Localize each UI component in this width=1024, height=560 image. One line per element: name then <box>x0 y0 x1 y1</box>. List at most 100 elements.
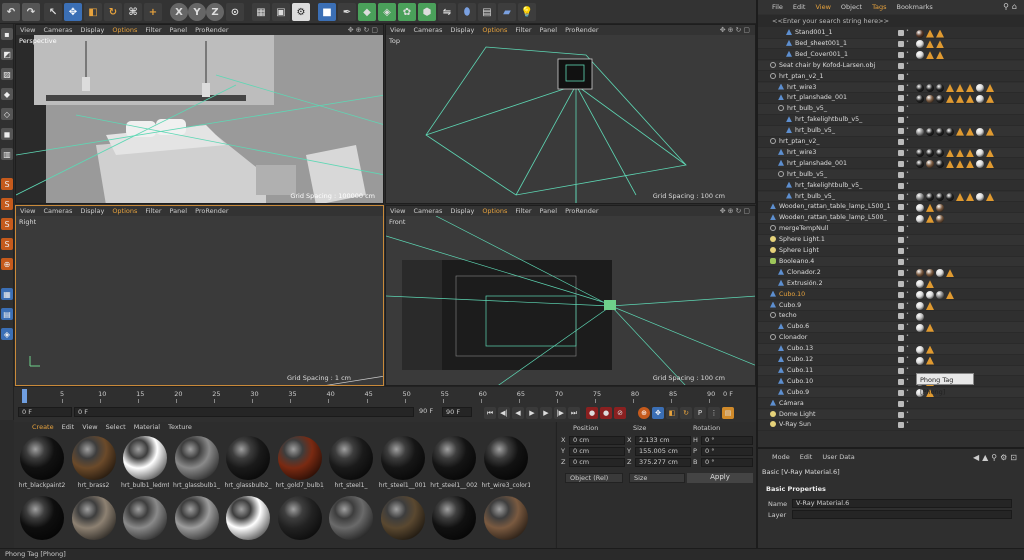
menu-mode[interactable]: Mode <box>772 453 790 463</box>
menu-cameras[interactable]: Cameras <box>413 26 442 34</box>
object-row[interactable]: Clonador.2 • <box>758 267 1024 279</box>
menu-panel[interactable]: Panel <box>170 207 188 215</box>
material-tag-icon[interactable] <box>926 149 934 158</box>
uvw-tag-icon[interactable] <box>946 149 954 158</box>
material-tag-icon[interactable] <box>936 203 944 212</box>
object-row[interactable]: hrt_wire3 • <box>758 82 1024 94</box>
visibility-dots-icon[interactable]: • <box>906 345 909 350</box>
menu-display[interactable]: Display <box>450 207 474 215</box>
menu-filter[interactable]: Filter <box>515 207 531 215</box>
uvw-tag-icon[interactable] <box>986 127 994 136</box>
layer-checkbox[interactable] <box>898 215 904 222</box>
menu-display[interactable]: Display <box>80 207 104 215</box>
uvw-tag-icon[interactable] <box>926 302 934 310</box>
uvw-tag-icon[interactable] <box>946 160 954 169</box>
z-axis-lock-icon[interactable]: Z <box>206 3 224 21</box>
visibility-dots-icon[interactable]: • <box>906 181 909 186</box>
material-tag-icon[interactable] <box>916 51 924 60</box>
layer-checkbox[interactable] <box>898 51 904 58</box>
layer-checkbox[interactable] <box>898 258 904 265</box>
search-input[interactable]: <<Enter your search string here>> <box>758 15 1024 27</box>
uvw-tag-icon[interactable] <box>966 160 974 169</box>
visibility-dots-icon[interactable]: • <box>906 83 909 88</box>
uvw-tag-icon[interactable] <box>926 323 934 332</box>
uvw-tag-icon[interactable] <box>966 149 974 158</box>
material-swatch[interactable]: hrt_gold7_bulb1_ <box>276 436 324 496</box>
material-tag-icon[interactable] <box>926 269 934 278</box>
viewport-front[interactable]: View Cameras Display Options Filter Pane… <box>385 205 756 386</box>
object-row[interactable]: Dome Light • <box>758 409 1024 421</box>
material-tag-icon[interactable] <box>976 149 984 158</box>
object-row[interactable]: Wooden_rattan_table_lamp_L500_1 • <box>758 202 1024 213</box>
menu-prorender[interactable]: ProRender <box>565 26 598 34</box>
layer-checkbox[interactable] <box>898 411 904 418</box>
menu-view[interactable]: View <box>20 26 35 34</box>
material-tag-icon[interactable] <box>916 40 924 49</box>
rotation-field[interactable]: 0 ° <box>701 436 753 445</box>
object-row[interactable]: hrt_bulb_v5_ • <box>758 104 1024 115</box>
material-tag-icon[interactable] <box>926 160 934 169</box>
autokey-icon[interactable]: ● <box>600 407 612 419</box>
menu-filter[interactable]: Filter <box>145 26 161 34</box>
object-row[interactable]: hrt_planshade_001 • <box>758 93 1024 104</box>
material-swatch[interactable]: hrt_wire3_color1 <box>482 436 530 496</box>
material-swatch[interactable]: hrt_glassbulb2_ <box>224 436 272 496</box>
visibility-dots-icon[interactable]: • <box>906 247 909 252</box>
visibility-dots-icon[interactable]: • <box>906 50 909 55</box>
object-row[interactable]: Cubo.10 • <box>758 289 1024 301</box>
material-tag-icon[interactable] <box>926 84 934 92</box>
menu-prorender[interactable]: ProRender <box>195 207 228 215</box>
menu-display[interactable]: Display <box>80 26 104 34</box>
visibility-dots-icon[interactable]: • <box>906 257 909 262</box>
object-row[interactable]: Sphere Light • <box>758 246 1024 257</box>
object-row[interactable]: hrt_ptan_v2_1 • <box>758 71 1024 83</box>
uvw-tag-icon[interactable] <box>936 40 944 49</box>
uvw-tag-icon[interactable] <box>966 127 974 136</box>
material-tag-icon[interactable] <box>916 160 924 169</box>
sculpt-icon[interactable]: ⊕ <box>1 258 13 270</box>
visibility-dots-icon[interactable]: • <box>906 148 909 153</box>
object-row[interactable]: hrt_wire3 • <box>758 147 1024 159</box>
visibility-dots-icon[interactable]: • <box>906 192 909 197</box>
visibility-dots-icon[interactable]: • <box>906 127 909 132</box>
transform-tool-icon[interactable]: ⌘ <box>124 3 142 21</box>
uvw-tag-icon[interactable] <box>946 84 954 92</box>
object-row[interactable]: Cubo.9 • <box>758 300 1024 312</box>
layer-checkbox[interactable] <box>898 117 904 124</box>
menu-options[interactable]: Options <box>112 207 137 215</box>
layer-checkbox[interactable] <box>898 62 904 69</box>
material-tag-icon[interactable] <box>936 84 944 92</box>
material-swatch[interactable] <box>18 496 66 556</box>
uvw-tag-icon[interactable] <box>986 84 994 92</box>
menu-prorender[interactable]: ProRender <box>565 207 598 215</box>
add-tool-icon[interactable]: + <box>144 3 162 21</box>
coordinate-mode-select[interactable]: Object (Rel) <box>565 473 623 483</box>
uvw-tag-icon[interactable] <box>966 193 974 201</box>
viewport-top[interactable]: View Cameras Display Options Filter Pane… <box>385 24 756 204</box>
material-tag-icon[interactable] <box>916 203 924 212</box>
material-swatch[interactable]: hrt_steel1_ <box>327 436 375 496</box>
deformer-icon[interactable]: ⇋ <box>438 3 456 21</box>
undo-icon[interactable]: ↶ <box>2 3 20 21</box>
current-frame-field[interactable]: 0 F <box>74 407 414 417</box>
menu-options[interactable]: Options <box>482 207 507 215</box>
layer-field[interactable] <box>792 510 1012 519</box>
object-row[interactable]: hrt_bulb_v5_ • <box>758 191 1024 203</box>
visibility-dots-icon[interactable]: • <box>906 203 909 208</box>
uvw-tag-icon[interactable] <box>986 160 994 169</box>
layer-checkbox[interactable] <box>898 280 904 287</box>
play-icon[interactable]: ▶ <box>526 407 538 419</box>
material-swatch[interactable] <box>276 496 324 556</box>
object-row[interactable]: Cubo.9 • <box>758 387 1024 399</box>
uvw-tag-icon[interactable] <box>956 149 964 158</box>
layer-checkbox[interactable] <box>898 400 904 407</box>
layer-checkbox[interactable] <box>898 106 904 113</box>
y-axis-lock-icon[interactable]: Y <box>188 3 206 21</box>
material-tag-icon[interactable] <box>926 127 934 136</box>
visibility-dots-icon[interactable]: • <box>906 377 909 382</box>
uvw-tag-icon[interactable] <box>956 193 964 201</box>
material-swatch[interactable] <box>379 496 427 556</box>
layer-checkbox[interactable] <box>898 389 904 396</box>
layer-checkbox[interactable] <box>898 422 904 429</box>
uvw-tag-icon[interactable] <box>956 84 964 92</box>
